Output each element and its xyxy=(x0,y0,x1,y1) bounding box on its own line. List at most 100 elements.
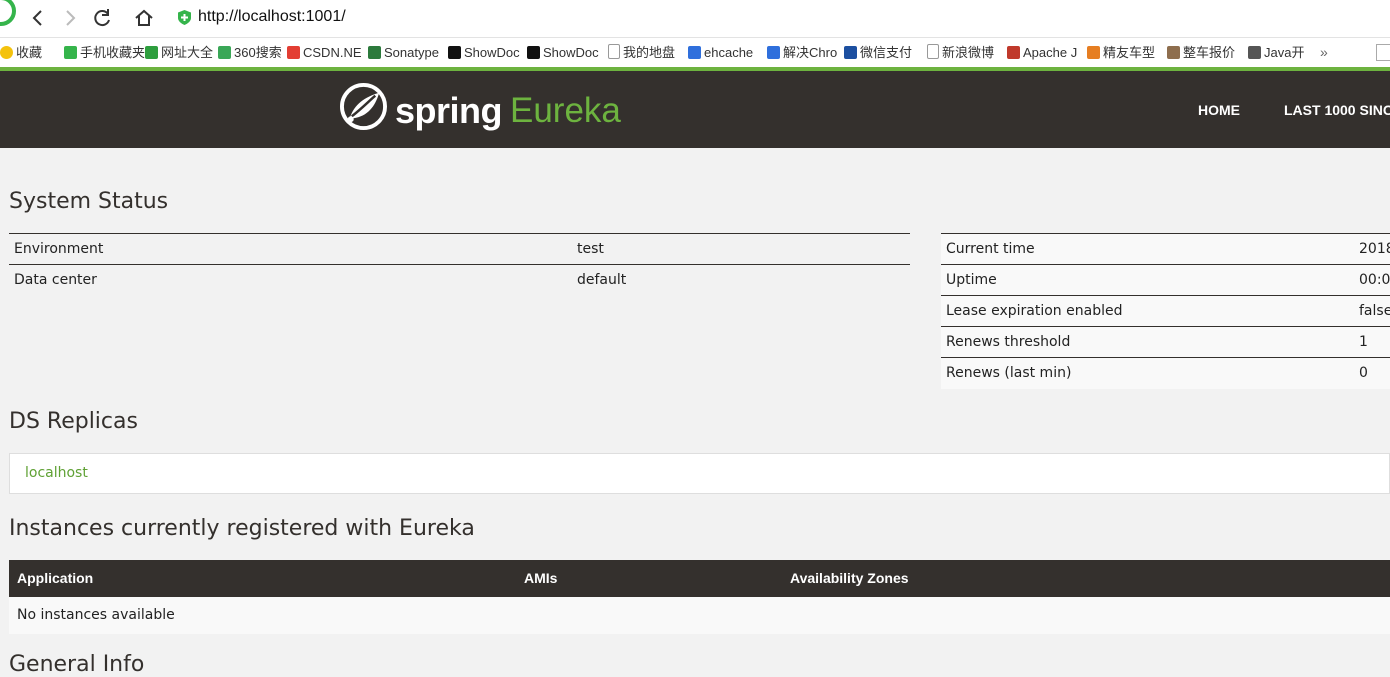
bookmark-item[interactable]: 解决Chro xyxy=(767,44,837,62)
globe-icon xyxy=(145,46,158,59)
table-row: Uptime 00:0 xyxy=(941,265,1390,296)
bookmark-label: 新浪微博 xyxy=(942,45,995,60)
ds-replicas-heading: DS Replicas xyxy=(9,409,138,434)
bookmark-item[interactable]: 收藏 xyxy=(0,44,42,62)
no-instances-text: No instances available xyxy=(17,607,175,623)
eureka-navbar: spring Eureka HOME LAST 1000 SINC xyxy=(0,71,1390,148)
bookmark-item[interactable]: 手机收藏夹 xyxy=(64,44,145,62)
ds-replicas-list: localhost xyxy=(9,453,1390,494)
csdn-icon xyxy=(287,46,300,59)
bookmark-label: 网址大全 xyxy=(161,45,214,60)
showdoc-icon xyxy=(448,46,461,59)
browser-toolbar: http://localhost:1001/ xyxy=(0,0,1390,38)
row-label: Uptime xyxy=(946,272,997,288)
forward-button[interactable] xyxy=(56,4,84,32)
showdoc-icon xyxy=(527,46,540,59)
column-header-availability-zones: Availability Zones xyxy=(790,570,909,586)
bookmark-label: 360搜索 xyxy=(234,45,282,60)
row-value: 2018 xyxy=(1359,241,1390,257)
bookmark-item[interactable]: Sonatype xyxy=(368,44,439,62)
bookmark-label: ShowDoc xyxy=(543,45,599,60)
bookmark-label: CSDN.NE xyxy=(303,45,362,60)
bookmarks-bar: 收藏 手机收藏夹 网址大全 360搜索 CSDN.NE Sonatype ShowDoc Sh… xyxy=(0,38,1390,67)
table-row: Renews (last min) 0 xyxy=(941,358,1390,389)
nav-home-link[interactable]: HOME xyxy=(1198,102,1240,118)
table-row: Lease expiration enabled false xyxy=(941,296,1390,327)
bookmark-label: 手机收藏夹 xyxy=(80,45,146,60)
reload-icon xyxy=(94,9,110,27)
bookmark-item[interactable]: Java开 xyxy=(1248,44,1304,62)
bookmark-label: Apache J xyxy=(1023,45,1078,60)
nav-last-1000-link[interactable]: LAST 1000 SINC xyxy=(1284,102,1390,118)
bookmark-label: Java开 xyxy=(1264,45,1305,60)
row-value: default xyxy=(577,272,627,288)
bookmark-label: 微信支付 xyxy=(860,45,913,60)
row-value: 1 xyxy=(1359,334,1368,350)
bookmark-label: 精友车型 xyxy=(1103,45,1156,60)
general-info-heading: General Info xyxy=(9,652,145,677)
baidu-paw-icon xyxy=(767,46,780,59)
bookmark-item[interactable]: 新浪微博 xyxy=(927,44,994,62)
browser-logo-icon xyxy=(0,0,16,26)
baidu-paw-icon xyxy=(688,46,701,59)
replica-link-localhost[interactable]: localhost xyxy=(25,465,88,481)
bookmark-label: ShowDoc xyxy=(464,45,520,60)
home-button[interactable] xyxy=(130,4,158,32)
column-header-amis: AMIs xyxy=(524,570,558,586)
search-360-icon xyxy=(218,46,231,59)
bookmark-label: 我的地盘 xyxy=(623,45,676,60)
system-status-heading: System Status xyxy=(9,189,169,214)
wechat-pay-icon xyxy=(844,46,857,59)
row-label: Renews (last min) xyxy=(946,365,1072,381)
row-label: Current time xyxy=(946,241,1035,257)
bookmark-item[interactable]: 整车报价 xyxy=(1167,44,1235,62)
instances-table-header: Application AMIs Availability Zones xyxy=(9,560,1390,597)
url-text[interactable]: http://localhost:1001/ xyxy=(198,8,346,26)
logo-spring-text: spring xyxy=(395,90,503,131)
reload-button[interactable] xyxy=(88,4,116,32)
row-value: test xyxy=(577,241,604,257)
table-row: Environment test xyxy=(9,234,910,265)
bookmark-label: ehcache xyxy=(704,45,754,60)
other-bookmarks-folder-icon[interactable] xyxy=(1376,44,1390,61)
bookmark-item[interactable]: CSDN.NE xyxy=(287,44,362,62)
back-arrow-icon xyxy=(32,10,42,26)
address-bar[interactable]: http://localhost:1001/ xyxy=(176,7,876,29)
instances-heading: Instances currently registered with Eure… xyxy=(9,516,475,541)
row-value: false xyxy=(1359,303,1390,319)
system-status-left-table: Environment test Data center default xyxy=(9,233,910,296)
row-value: 0 xyxy=(1359,365,1368,381)
bookmark-label: 整车报价 xyxy=(1183,45,1236,60)
bookmark-label: Sonatype xyxy=(384,45,439,60)
bookmark-item[interactable]: 360搜索 xyxy=(218,44,282,62)
shield-icon xyxy=(178,10,191,25)
table-row: Data center default xyxy=(9,265,910,296)
row-value: 00:0 xyxy=(1359,272,1390,288)
java-icon xyxy=(1248,46,1261,59)
bookmarks-more-button[interactable]: » xyxy=(1320,44,1328,60)
bookmark-item[interactable]: 微信支付 xyxy=(844,44,912,62)
row-label: Data center xyxy=(14,272,97,288)
back-button[interactable] xyxy=(24,4,52,32)
bookmark-item[interactable]: Apache J xyxy=(1007,44,1077,62)
bookmark-item[interactable]: 我的地盘 xyxy=(608,44,675,62)
home-icon xyxy=(135,9,153,26)
system-status-right-table: Current time 2018 Uptime 00:0 Lease expi… xyxy=(941,233,1390,389)
bookmark-item[interactable]: ShowDoc xyxy=(448,44,520,62)
table-row: Current time 2018 xyxy=(941,234,1390,265)
bookmark-label: 解决Chro xyxy=(783,45,838,60)
image-icon xyxy=(1167,46,1180,59)
apache-feather-icon xyxy=(1007,46,1020,59)
bookmark-item[interactable]: ShowDoc xyxy=(527,44,599,62)
spring-leaf-icon xyxy=(340,83,387,130)
bookmark-item[interactable]: 网址大全 xyxy=(145,44,213,62)
bookmark-item[interactable]: ehcache xyxy=(688,44,753,62)
page-icon xyxy=(608,44,620,59)
bookmark-label: 收藏 xyxy=(16,45,43,60)
phone-icon xyxy=(64,46,77,59)
column-header-application: Application xyxy=(17,570,94,586)
row-label: Renews threshold xyxy=(946,334,1071,350)
table-row: No instances available xyxy=(9,597,1390,634)
page-icon xyxy=(927,44,939,59)
bookmark-item[interactable]: 精友车型 xyxy=(1087,44,1155,62)
